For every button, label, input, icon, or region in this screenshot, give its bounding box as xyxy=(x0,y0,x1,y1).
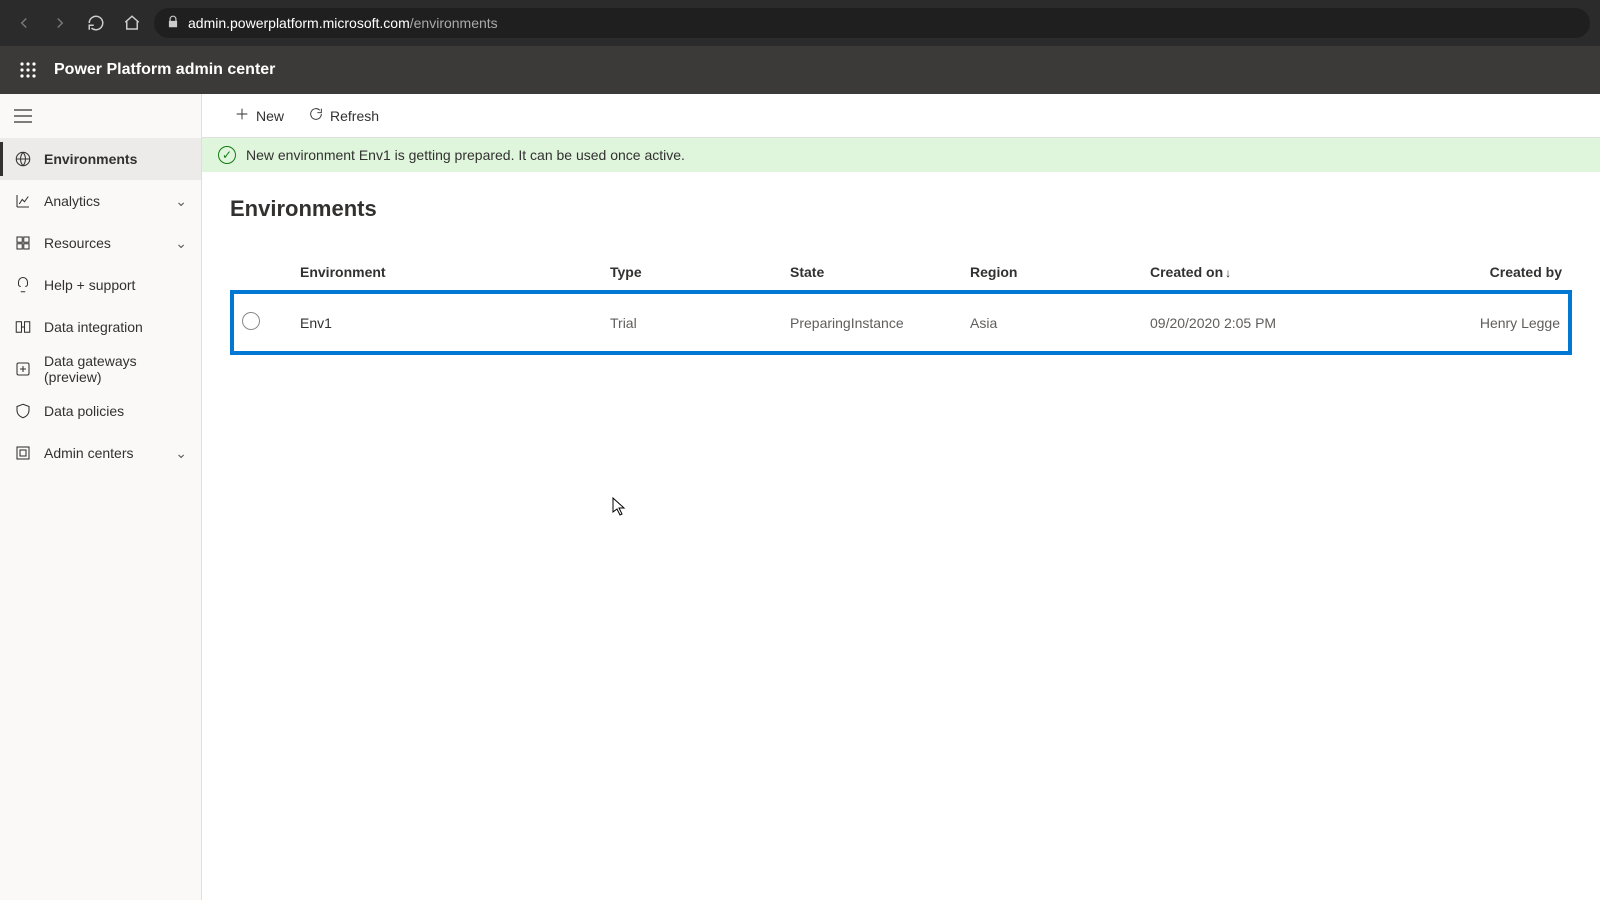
col-created-on[interactable]: Created on↓ xyxy=(1142,254,1322,292)
row-select-radio[interactable] xyxy=(242,312,260,330)
sidebar-item-admin-centers[interactable]: Admin centers ⌄ xyxy=(0,432,201,474)
sidebar-item-label: Environments xyxy=(44,151,137,167)
info-banner-text: New environment Env1 is getting prepared… xyxy=(246,147,685,163)
table-row[interactable]: Env1 Trial PreparingInstance Asia 09/20/… xyxy=(232,292,1570,353)
admin-centers-icon xyxy=(14,444,32,462)
chevron-down-icon: ⌄ xyxy=(175,235,187,252)
url-domain: admin.powerplatform.microsoft.com xyxy=(188,15,410,31)
chevron-down-icon: ⌄ xyxy=(175,193,187,210)
sidebar-toggle-button[interactable] xyxy=(0,94,201,138)
col-select xyxy=(232,254,292,292)
mouse-cursor-icon xyxy=(612,497,626,517)
browser-home-button[interactable] xyxy=(118,9,146,37)
success-icon: ✓ xyxy=(218,146,236,164)
cell-created-by: Henry Legge xyxy=(1322,292,1570,353)
col-region[interactable]: Region xyxy=(962,254,1142,292)
command-bar: New Refresh xyxy=(202,94,1600,138)
sidebar-item-analytics[interactable]: Analytics ⌄ xyxy=(0,180,201,222)
environments-table: Environment Type State Region Created on… xyxy=(230,254,1572,355)
analytics-icon xyxy=(14,192,32,210)
sidebar-item-label: Admin centers xyxy=(44,445,133,461)
browser-chrome: admin.powerplatform.microsoft.com/enviro… xyxy=(0,0,1600,46)
sidebar-item-label: Help + support xyxy=(44,277,135,293)
new-button[interactable]: New xyxy=(226,100,292,131)
sidebar-item-data-gateways[interactable]: Data gateways (preview) xyxy=(0,348,201,390)
app-title: Power Platform admin center xyxy=(54,61,275,79)
browser-url-bar[interactable]: admin.powerplatform.microsoft.com/enviro… xyxy=(154,8,1590,38)
shield-icon xyxy=(14,402,32,420)
data-gateways-icon xyxy=(14,360,32,378)
sidebar-item-data-policies[interactable]: Data policies xyxy=(0,390,201,432)
refresh-icon xyxy=(308,106,324,125)
browser-reload-button[interactable] xyxy=(82,9,110,37)
sidebar-item-label: Resources xyxy=(44,235,111,251)
cell-created-on: 09/20/2020 2:05 PM xyxy=(1142,292,1322,353)
col-environment[interactable]: Environment xyxy=(292,254,602,292)
col-created-by[interactable]: Created by xyxy=(1322,254,1570,292)
col-state[interactable]: State xyxy=(782,254,962,292)
chevron-down-icon: ⌄ xyxy=(175,445,187,462)
sidebar-item-label: Data integration xyxy=(44,319,143,335)
help-icon xyxy=(14,276,32,294)
refresh-button-label: Refresh xyxy=(330,108,379,124)
app-header: Power Platform admin center xyxy=(0,46,1600,94)
sidebar-item-help-support[interactable]: Help + support xyxy=(0,264,201,306)
sidebar-item-environments[interactable]: Environments xyxy=(0,138,201,180)
browser-forward-button[interactable] xyxy=(46,9,74,37)
url-path: /environments xyxy=(410,15,498,31)
lock-icon xyxy=(166,15,180,32)
sidebar-item-label: Analytics xyxy=(44,193,100,209)
cell-environment[interactable]: Env1 xyxy=(292,292,602,353)
browser-back-button[interactable] xyxy=(10,9,38,37)
main-content: New Refresh ✓ New environment Env1 is ge… xyxy=(202,94,1600,900)
sidebar-item-resources[interactable]: Resources ⌄ xyxy=(0,222,201,264)
info-banner: ✓ New environment Env1 is getting prepar… xyxy=(202,138,1600,172)
environments-icon xyxy=(14,150,32,168)
resources-icon xyxy=(14,234,32,252)
data-integration-icon xyxy=(14,318,32,336)
new-button-label: New xyxy=(256,108,284,124)
page-title: Environments xyxy=(230,196,1572,222)
refresh-button[interactable]: Refresh xyxy=(300,100,387,131)
cell-type: Trial xyxy=(602,292,782,353)
plus-icon xyxy=(234,106,250,125)
sidebar: Environments Analytics ⌄ Resources ⌄ Hel… xyxy=(0,94,202,900)
cell-state: PreparingInstance xyxy=(782,292,962,353)
sidebar-item-label: Data gateways (preview) xyxy=(44,353,187,385)
cell-region: Asia xyxy=(962,292,1142,353)
sort-desc-icon: ↓ xyxy=(1225,266,1231,280)
app-launcher-button[interactable] xyxy=(8,50,48,90)
sidebar-item-label: Data policies xyxy=(44,403,124,419)
col-type[interactable]: Type xyxy=(602,254,782,292)
sidebar-item-data-integration[interactable]: Data integration xyxy=(0,306,201,348)
